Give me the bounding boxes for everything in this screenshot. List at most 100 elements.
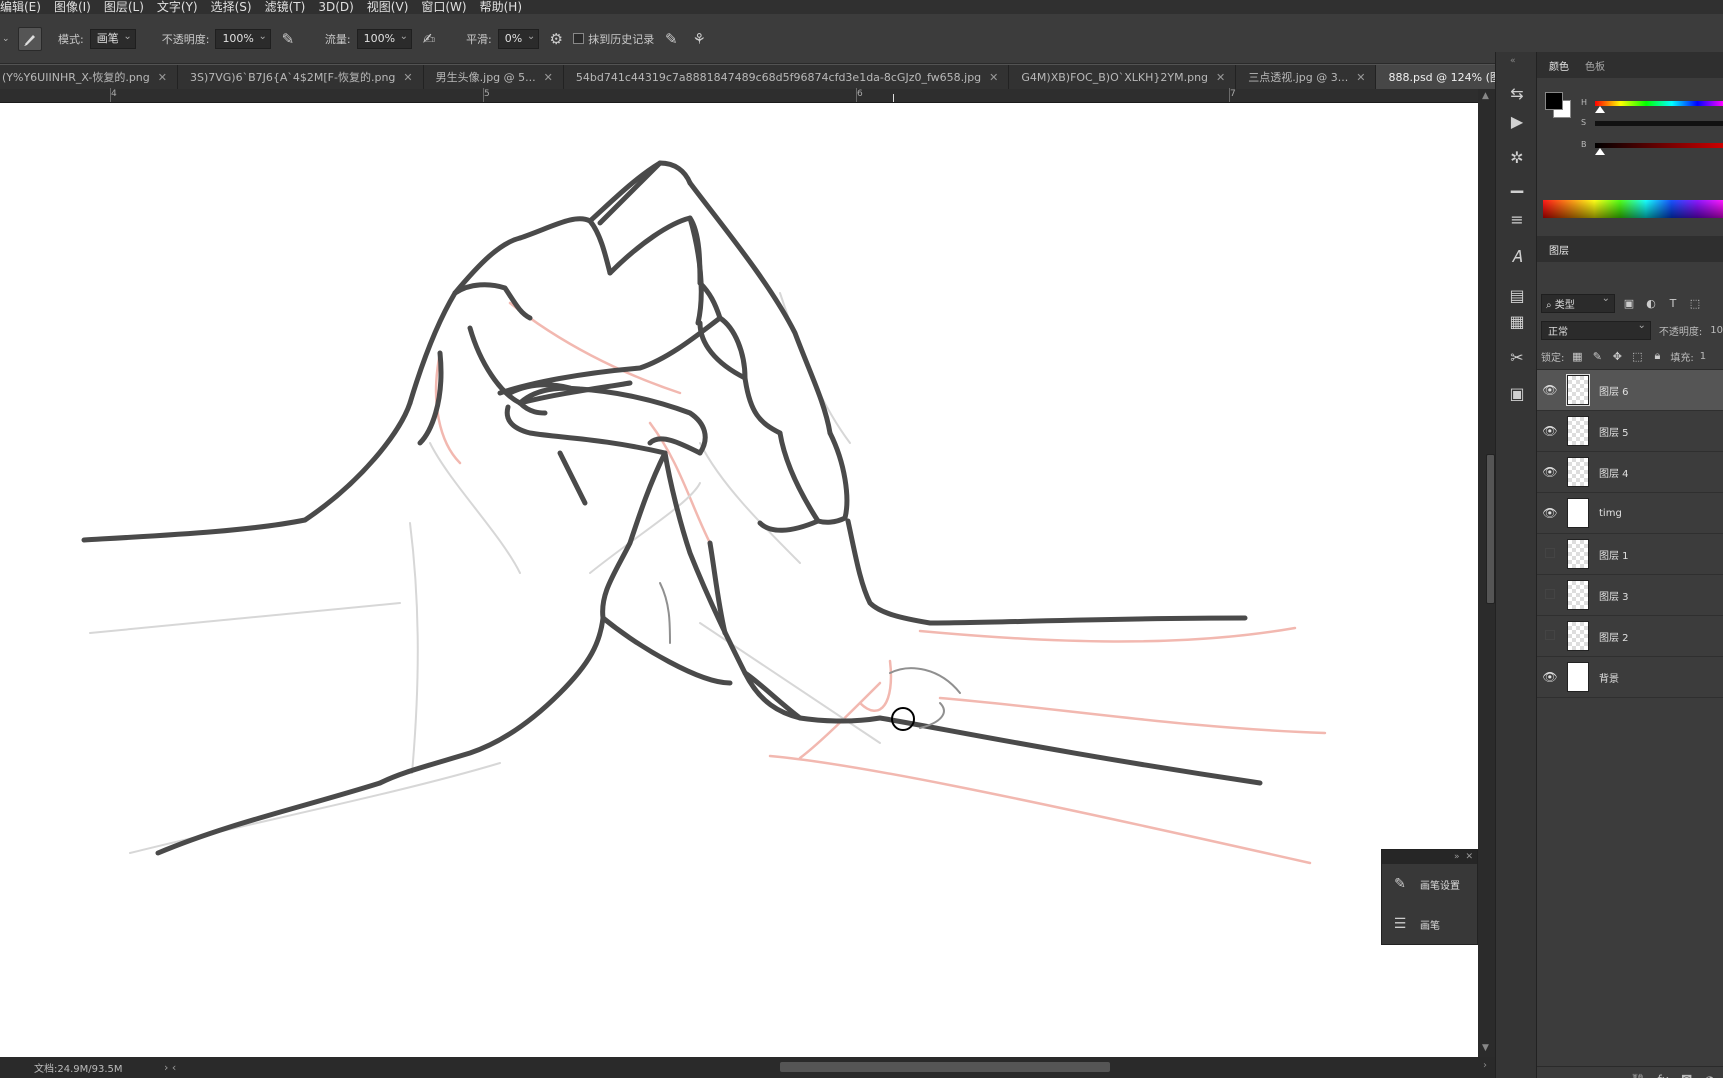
brush-settings-button[interactable]: ✎ 画笔设置 (1382, 864, 1477, 904)
image-filter-icon[interactable]: ▣ (1621, 297, 1637, 310)
pressure-opacity-icon[interactable]: ✎ (277, 28, 299, 50)
eye-icon[interactable]: 👁︎ (1537, 670, 1563, 684)
character-icon[interactable]: 𝐴 (1504, 244, 1530, 270)
layer-row[interactable]: 👁︎ 图层 5 (1537, 411, 1723, 452)
slider-track[interactable] (1595, 101, 1723, 106)
status-arrow-icon[interactable]: › ‹ (164, 1061, 184, 1074)
opacity-value[interactable]: 10 (1710, 325, 1723, 336)
menu-layer[interactable]: 图层(L) (98, 0, 151, 14)
doc-tab[interactable]: 54bd741c44319c7a8881847489c68d5f96874cfd… (563, 65, 1010, 89)
hue-slider[interactable]: H (1581, 98, 1723, 113)
adjustment-layer-icon[interactable]: ◑ (1705, 1073, 1715, 1078)
brushes-button[interactable]: ☰ 画笔 (1382, 904, 1477, 944)
shape-filter-icon[interactable]: ⬚ (1687, 297, 1703, 310)
layer-row[interactable]: 图层 3 (1537, 575, 1723, 616)
canvas[interactable] (0, 103, 1478, 1057)
pressure-size-icon[interactable]: ✎ (660, 28, 682, 50)
link-icon[interactable]: ⛓ (1630, 1073, 1645, 1078)
lock-position-icon[interactable]: ✥ (1610, 350, 1624, 363)
histogram-icon[interactable]: ▁ (1504, 170, 1530, 196)
lock-artboard-icon[interactable]: ⬚ (1630, 350, 1644, 363)
menu-filter[interactable]: 滤镜(T) (259, 0, 313, 14)
blend-mode-select[interactable]: 正常 (1541, 320, 1651, 340)
tool-presets-icon[interactable]: ✂ (1504, 344, 1530, 370)
layer-row[interactable]: 图层 2 (1537, 616, 1723, 657)
close-icon[interactable]: ✕ (158, 71, 167, 84)
eye-hidden-icon[interactable] (1537, 547, 1563, 561)
saturation-slider[interactable]: S (1581, 118, 1723, 132)
eye-hidden-icon[interactable] (1537, 588, 1563, 602)
symmetry-icon[interactable]: ⚘ (688, 28, 710, 50)
lock-all-icon[interactable]: 🔒︎ (1650, 349, 1664, 363)
type-filter-icon[interactable]: T (1665, 297, 1681, 310)
history-checkbox[interactable]: 抹到历史记录 (573, 31, 654, 47)
menu-view[interactable]: 视图(V) (361, 0, 416, 14)
scroll-up-icon[interactable]: ▲ (1482, 91, 1489, 101)
menu-type[interactable]: 文字(Y) (151, 0, 205, 14)
doc-tab[interactable]: (Y%Y6UIINHR_X-恢复的.png ✕ (0, 65, 178, 89)
fill-value[interactable]: 1 (1700, 351, 1706, 362)
close-icon[interactable]: ✕ (544, 71, 553, 84)
layer-row[interactable]: 👁︎ timg (1537, 493, 1723, 534)
adjustment-filter-icon[interactable]: ◐ (1643, 297, 1659, 310)
document-info[interactable]: 文档:24.9M/93.5M (34, 1060, 162, 1075)
color-spectrum[interactable] (1543, 200, 1723, 218)
layer-row[interactable]: 👁︎ 图层 6 (1537, 370, 1723, 411)
eye-icon[interactable]: 👁︎ (1537, 465, 1563, 479)
layer-filter-select[interactable]: ⌕ 类型 (1541, 293, 1615, 313)
vertical-scrollbar[interactable]: ▲ ▼ (1478, 89, 1495, 1057)
gear-icon[interactable]: ⚙ (545, 28, 567, 50)
tab-layers[interactable]: 图层 (1541, 242, 1577, 262)
mask-icon[interactable]: ◙ (1681, 1073, 1693, 1078)
close-icon[interactable]: ✕ (989, 71, 998, 84)
close-icon[interactable]: ✕ (403, 71, 412, 84)
navigator-icon[interactable]: ✲ (1504, 144, 1530, 170)
eye-icon[interactable]: 👁︎ (1537, 506, 1563, 520)
doc-tab[interactable]: 3S)7VG)6`B7J6{A`4$2M[F-恢复的.png ✕ (177, 65, 424, 89)
doc-tab[interactable]: 三点透视.jpg @ 3... ✕ (1236, 65, 1377, 89)
paragraph-icon[interactable]: ▤ (1504, 282, 1530, 308)
eye-icon[interactable]: 👁︎ (1537, 424, 1563, 438)
collapse-icon[interactable]: « (1510, 56, 1516, 66)
flow-input[interactable]: 100% (356, 28, 413, 49)
smoothing-input[interactable]: 0% (497, 28, 540, 49)
horizontal-scrollbar[interactable] (780, 1062, 1110, 1072)
clone-source-icon[interactable]: ≡ (1504, 206, 1530, 232)
mode-select[interactable]: 画笔 (89, 28, 136, 49)
tool-preset-picker[interactable] (18, 26, 42, 51)
lock-transparent-icon[interactable]: ▦ (1570, 350, 1584, 363)
slider-knob[interactable] (1595, 148, 1605, 155)
menu-window[interactable]: 窗口(W) (415, 0, 473, 14)
close-icon[interactable]: ✕ (1216, 71, 1225, 84)
actions-play-icon[interactable]: ▶ (1504, 108, 1530, 134)
doc-tab-active[interactable]: 888.psd @ 124% (图层 6, RGB/8) *✕ (1376, 65, 1495, 89)
menu-select[interactable]: 选择(S) (205, 0, 259, 14)
scroll-down-icon[interactable]: ▼ (1482, 1043, 1489, 1053)
close-icon[interactable]: ✕ (1465, 852, 1473, 862)
slider-track[interactable] (1595, 121, 1723, 126)
lock-paint-icon[interactable]: ✎ (1590, 350, 1604, 363)
expand-icon[interactable]: » (1454, 852, 1460, 862)
slider-track[interactable] (1595, 143, 1723, 148)
brightness-slider[interactable]: B (1581, 140, 1723, 155)
tab-color[interactable]: 颜色 (1541, 58, 1577, 78)
layer-row[interactable]: 👁︎ 背景 (1537, 657, 1723, 698)
notes-icon[interactable]: ▦ (1504, 308, 1530, 334)
doc-tab[interactable]: G4M)XB)FOC_B)O`XLKH}2YM.png ✕ (1009, 65, 1237, 89)
tab-swatches[interactable]: 色板 (1577, 58, 1613, 78)
scroll-thumb[interactable] (1486, 454, 1495, 604)
menu-edit[interactable]: 编辑(E) (0, 0, 48, 14)
history-icon[interactable]: ⇆ (1504, 80, 1530, 106)
opacity-input[interactable]: 100% (215, 28, 271, 49)
layer-row[interactable]: 图层 1 (1537, 534, 1723, 575)
fx-icon[interactable]: ƒx (1658, 1073, 1669, 1078)
foreground-color-swatch[interactable] (1545, 92, 1563, 110)
properties-icon[interactable]: ▣ (1504, 380, 1530, 406)
menu-image[interactable]: 图像(I) (48, 0, 98, 14)
layer-row[interactable]: 👁︎ 图层 4 (1537, 452, 1723, 493)
eye-hidden-icon[interactable] (1537, 629, 1563, 643)
menu-3d[interactable]: 3D(D) (312, 0, 360, 14)
airbrush-icon[interactable]: ✍ (418, 28, 440, 50)
doc-tab[interactable]: 男生头像.jpg @ 5... ✕ (423, 65, 564, 89)
scroll-right-icon[interactable]: › (1483, 1060, 1487, 1071)
